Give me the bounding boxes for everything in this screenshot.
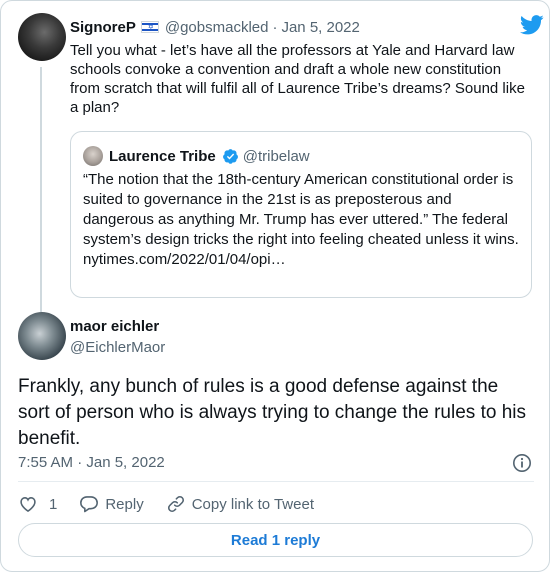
main-tweet-text: Frankly, any bunch of rules is a good de… bbox=[18, 376, 526, 449]
reply-button[interactable]: Reply bbox=[79, 494, 144, 514]
thread-connector-line bbox=[40, 67, 42, 312]
twitter-bird-icon[interactable] bbox=[520, 15, 544, 35]
tweet-actions-bar: 1 Reply Copy link to Tweet bbox=[18, 492, 336, 516]
parent-tweet-date[interactable]: Jan 5, 2022 bbox=[281, 19, 359, 36]
link-icon bbox=[167, 496, 184, 512]
info-icon[interactable] bbox=[512, 453, 532, 473]
reply-bubble-icon bbox=[80, 496, 99, 513]
reply-label: Reply bbox=[105, 495, 144, 513]
parent-tweet-header: SignoreP ✡ @gobsmackled · Jan 5, 2022 bbox=[70, 17, 360, 37]
quoted-author-name[interactable]: Laurence Tribe bbox=[109, 148, 216, 165]
quoted-author-handle[interactable]: @tribelaw bbox=[243, 148, 310, 165]
parent-author-avatar[interactable] bbox=[18, 13, 66, 61]
copy-link-button[interactable]: Copy link to Tweet bbox=[166, 494, 314, 514]
like-button[interactable]: 1 bbox=[18, 494, 57, 514]
quoted-tweet-link[interactable]: nytimes.com/2022/01/04/opi… bbox=[83, 251, 286, 268]
copy-link-label: Copy link to Tweet bbox=[191, 495, 314, 513]
embedded-tweet-card: SignoreP ✡ @gobsmackled · Jan 5, 2022 Te… bbox=[0, 0, 550, 572]
parent-author-name[interactable]: SignoreP bbox=[70, 19, 136, 36]
main-author-handle[interactable]: @EichlerMaor bbox=[70, 339, 165, 356]
main-author-avatar[interactable] bbox=[18, 312, 66, 360]
main-tweet-timestamp[interactable]: 7:55 AM · Jan 5, 2022 bbox=[18, 454, 165, 471]
heart-icon bbox=[20, 497, 36, 513]
parent-tweet-text: Tell you what - let’s have all the profe… bbox=[70, 42, 525, 116]
main-author-name[interactable]: maor eichler bbox=[70, 318, 159, 335]
separator-dot: · bbox=[272, 18, 278, 36]
israel-flag-icon: ✡ bbox=[140, 21, 159, 33]
divider bbox=[18, 481, 534, 482]
read-replies-button[interactable]: Read 1 reply bbox=[18, 523, 533, 557]
quoted-tweet-text: “The notion that the 18th-century Americ… bbox=[83, 171, 519, 248]
quoted-tweet-body: “The notion that the 18th-century Americ… bbox=[83, 170, 523, 270]
parent-author-handle[interactable]: @gobsmackled bbox=[165, 19, 269, 36]
verified-badge-icon bbox=[222, 148, 238, 164]
quoted-author-avatar[interactable] bbox=[83, 146, 103, 166]
like-count: 1 bbox=[49, 495, 58, 513]
quoted-tweet-header: Laurence Tribe @tribelaw bbox=[83, 146, 310, 166]
quoted-tweet[interactable]: Laurence Tribe @tribelaw “The notion tha… bbox=[70, 131, 532, 298]
